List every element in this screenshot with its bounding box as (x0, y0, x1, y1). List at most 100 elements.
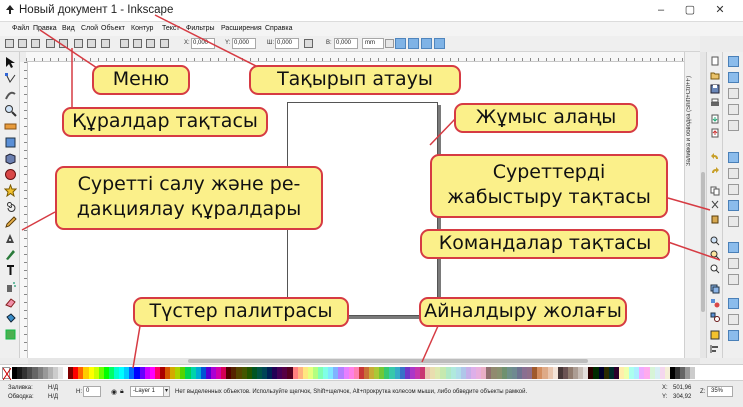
zoom-page-icon[interactable] (710, 264, 720, 274)
fill-stroke-icon[interactable] (710, 330, 720, 340)
snap-paths-button[interactable] (728, 168, 739, 179)
snap-bbox-button[interactable] (728, 72, 739, 83)
menu-path[interactable]: Контур (131, 25, 153, 32)
chevron-down-icon[interactable]: ▾ (163, 386, 170, 397)
spray-tool-icon[interactable] (4, 280, 17, 293)
zoom-drawing-icon[interactable] (710, 250, 720, 260)
move-patterns-button[interactable] (434, 38, 445, 49)
eraser-tool-icon[interactable] (4, 296, 17, 309)
close-button[interactable]: ✕ (712, 3, 728, 17)
rotate-ccw-icon[interactable] (46, 39, 55, 48)
snap-smooth-nodes-button[interactable] (728, 216, 739, 227)
spiral-tool-icon[interactable] (4, 200, 17, 213)
fill-stroke-dock-tab[interactable]: Заливка и обводка (Shift+Ctrl+F) (686, 56, 697, 166)
menu-edit[interactable]: Правка (33, 25, 57, 32)
print-icon[interactable] (710, 98, 720, 108)
color-palette[interactable] (0, 364, 743, 380)
menu-help[interactable]: Справка (265, 25, 292, 32)
deselect-icon[interactable] (31, 39, 40, 48)
pen-tool-icon[interactable] (4, 232, 17, 245)
scale-corners-button[interactable] (408, 38, 419, 49)
measure-tool-icon[interactable] (4, 120, 17, 133)
node-tool-icon[interactable] (4, 72, 17, 85)
flip-vertical-icon[interactable] (87, 39, 96, 48)
calligraphy-tool-icon[interactable] (4, 248, 17, 261)
cut-icon[interactable] (710, 200, 720, 210)
fill-value[interactable]: Н/Д (48, 385, 58, 391)
snap-cusp-nodes-button[interactable] (728, 200, 739, 211)
lower-icon[interactable] (133, 39, 142, 48)
paste-icon[interactable] (710, 214, 720, 224)
raise-to-top-icon[interactable] (101, 39, 110, 48)
h-field[interactable]: 0,000 (334, 38, 358, 49)
flip-horizontal-icon[interactable] (74, 39, 83, 48)
tweak-tool-icon[interactable] (4, 88, 17, 101)
menu-layer[interactable]: Слой (81, 25, 98, 32)
3d-box-tool-icon[interactable] (4, 152, 17, 165)
star-tool-icon[interactable] (4, 184, 17, 197)
ellipse-tool-icon[interactable] (4, 168, 17, 181)
snap-intersections-button[interactable] (728, 184, 739, 195)
zoom-selection-icon[interactable] (710, 236, 720, 246)
snap-text-baseline-button[interactable] (728, 274, 739, 285)
vertical-ruler[interactable] (20, 62, 28, 358)
unit-select[interactable]: mm (362, 38, 384, 49)
rotate-cw-icon[interactable] (59, 39, 68, 48)
menu-file[interactable]: Файл (12, 25, 29, 32)
snap-bbox-edges-button[interactable] (728, 88, 739, 99)
ungroup-icon[interactable] (710, 312, 720, 322)
eye-icon[interactable]: ◉ (111, 388, 117, 396)
scale-stroke-button[interactable] (395, 38, 406, 49)
menu-view[interactable]: Вид (62, 25, 75, 32)
menu-text[interactable]: Текст (162, 25, 180, 32)
horizontal-ruler[interactable] (26, 52, 698, 62)
redo-icon[interactable] (710, 166, 720, 176)
snap-bbox-midpoints-button[interactable] (728, 120, 739, 131)
w-field[interactable]: 0,000 (275, 38, 299, 49)
text-tool-icon[interactable] (4, 264, 17, 277)
menu-filters[interactable]: Фильтры (186, 25, 215, 32)
select-tool-icon[interactable] (4, 56, 17, 69)
stroke-value[interactable]: Н/Д (48, 394, 58, 400)
rectangle-tool-icon[interactable] (4, 136, 17, 149)
transform-icon[interactable] (160, 39, 169, 48)
select-all-layers-icon[interactable] (18, 39, 27, 48)
chevron-down-icon[interactable] (385, 39, 394, 48)
snap-guides-button[interactable] (728, 330, 739, 341)
vertical-scroll-thumb[interactable] (701, 172, 705, 312)
lock-icon[interactable] (304, 39, 313, 48)
opacity-field[interactable]: 0 (83, 386, 101, 397)
snap-rotation-center-button[interactable] (728, 258, 739, 269)
snap-toggle-button[interactable] (728, 56, 739, 67)
import-icon[interactable] (710, 114, 720, 124)
select-all-icon[interactable] (5, 39, 14, 48)
y-field[interactable]: 0,000 (232, 38, 256, 49)
snap-bbox-corners-button[interactable] (728, 104, 739, 115)
save-icon[interactable] (710, 84, 720, 94)
move-gradients-button[interactable] (421, 38, 432, 49)
align-icon[interactable] (710, 344, 720, 354)
open-icon[interactable] (710, 70, 720, 80)
raise-icon[interactable] (120, 39, 129, 48)
pencil-tool-icon[interactable] (4, 216, 17, 229)
maximize-button[interactable]: ▢ (682, 3, 698, 17)
undo-icon[interactable] (710, 152, 720, 162)
duplicate-icon[interactable] (710, 284, 720, 294)
x-field[interactable]: 0,000 (191, 38, 215, 49)
lower-to-bottom-icon[interactable] (146, 39, 155, 48)
export-icon[interactable] (710, 128, 720, 138)
horizontal-scroll-thumb[interactable] (188, 359, 588, 363)
minimize-button[interactable]: – (653, 3, 669, 17)
snap-nodes-button[interactable] (728, 152, 739, 163)
no-paint-swatch[interactable] (2, 367, 11, 380)
lock-icon[interactable]: 🔒︎ (120, 388, 124, 396)
menu-object[interactable]: Объект (101, 25, 125, 32)
palette-swatch[interactable] (695, 367, 701, 379)
new-document-icon[interactable] (710, 56, 720, 66)
snap-grids-button[interactable] (728, 314, 739, 325)
group-icon[interactable] (710, 298, 720, 308)
menu-extensions[interactable]: Расширения (221, 25, 262, 32)
paint-bucket-tool-icon[interactable] (4, 312, 17, 325)
gradient-tool-icon[interactable] (4, 328, 17, 341)
snap-centers-button[interactable] (728, 242, 739, 253)
